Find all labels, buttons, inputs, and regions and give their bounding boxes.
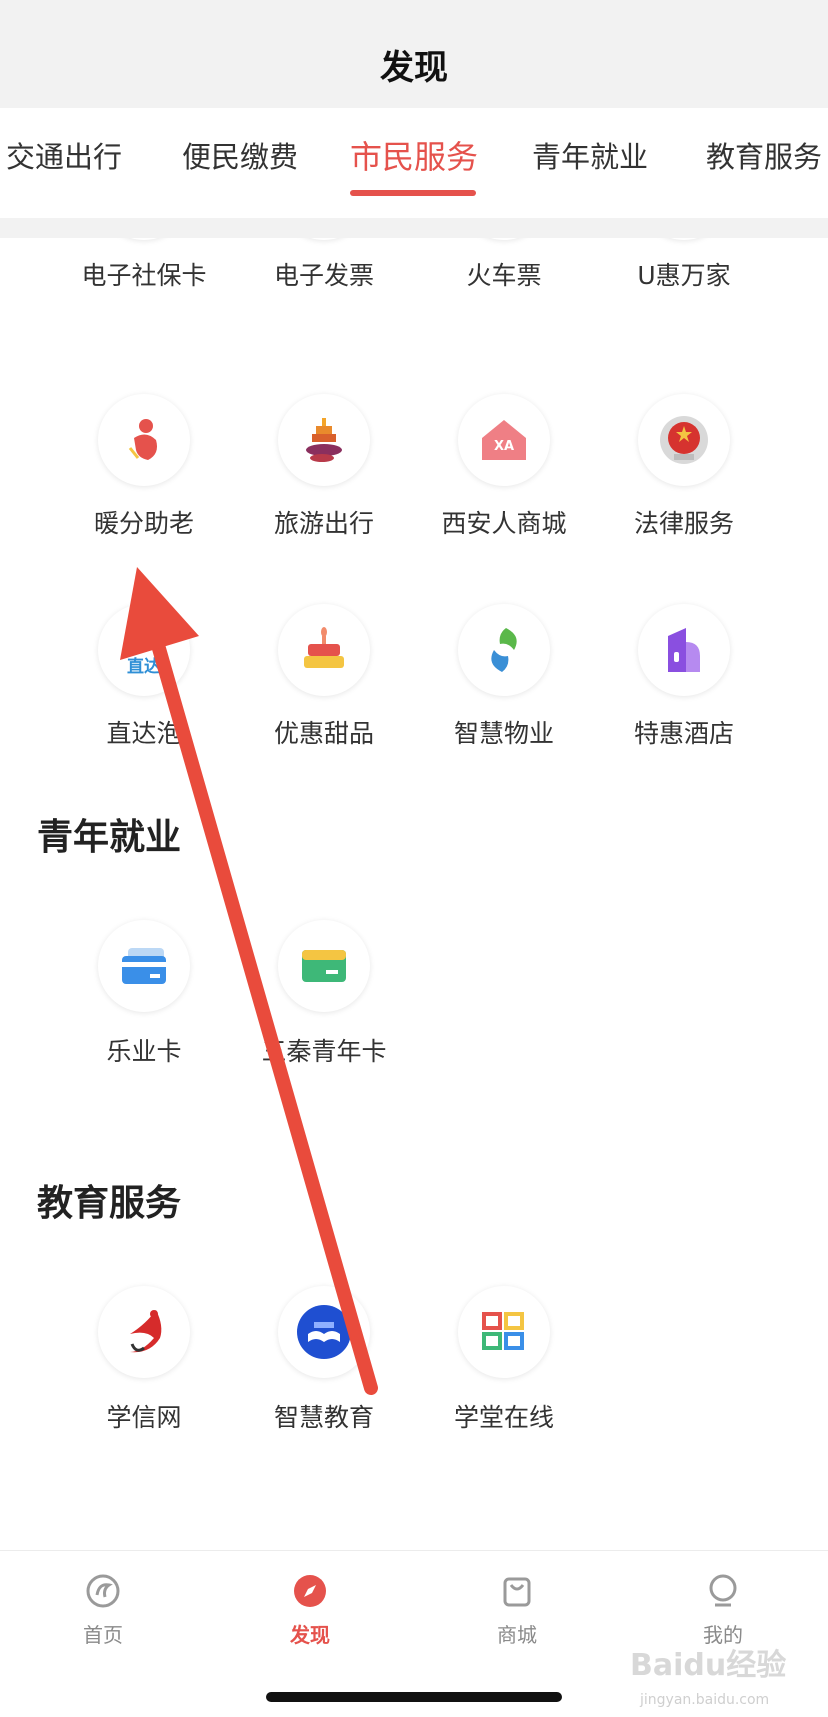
service-label: U惠万家	[637, 261, 731, 290]
social-security-card-icon	[98, 238, 190, 240]
service-label: 智慧教育	[273, 1403, 374, 1432]
service-label: 电子社保卡	[81, 261, 207, 290]
service-item-elder-care[interactable]: 暖分助老	[54, 394, 234, 544]
active-tab-indicator	[350, 190, 476, 196]
xa-mall-icon: XA	[458, 394, 550, 486]
service-label: 西安人商城	[441, 509, 567, 538]
tabbar-mall[interactable]: 商城	[452, 1573, 582, 1648]
tab-utility-payment[interactable]: 便民缴费	[182, 134, 298, 176]
cake-icon	[278, 604, 370, 696]
smart-property-icon	[458, 604, 550, 696]
compass-icon	[294, 1575, 326, 1607]
service-label: 火车票	[466, 261, 542, 290]
tab-transport[interactable]: 交通出行	[6, 134, 122, 176]
elder-care-icon	[98, 394, 190, 486]
tabbar-label: 发现	[290, 1623, 330, 1647]
service-item-zhida[interactable]: 直达 直达泡	[54, 604, 234, 754]
tabbar-home[interactable]: 首页	[38, 1573, 168, 1648]
service-item-train-ticket[interactable]: 火车票	[414, 238, 594, 298]
service-label: 特惠酒店	[633, 719, 734, 748]
service-label: 智慧物业	[453, 719, 554, 748]
travel-icon	[278, 394, 370, 486]
shopping-bag-icon	[503, 1577, 531, 1607]
national-emblem-icon	[638, 394, 730, 486]
service-item-legal[interactable]: 法律服务	[594, 394, 774, 544]
service-item-u-hui[interactable]: U惠万家	[594, 238, 774, 298]
xa-text: XA	[494, 439, 514, 454]
service-label: 乐业卡	[106, 1037, 182, 1066]
watermark: Baidu经验	[630, 1648, 787, 1683]
service-item-travel[interactable]: 旅游出行	[234, 394, 414, 544]
service-label: 法律服务	[633, 509, 734, 538]
service-item-smart-property[interactable]: 智慧物业	[414, 604, 594, 754]
service-item-smart-education[interactable]: 智慧教育	[234, 1286, 414, 1436]
service-item-hotel[interactable]: 特惠酒店	[594, 604, 774, 754]
page-title: 发现	[380, 47, 448, 88]
service-item-xuexin[interactable]: 学信网	[54, 1286, 234, 1436]
smart-education-icon	[278, 1286, 370, 1378]
tab-citizen-service[interactable]: 市民服务	[350, 132, 478, 178]
home-icon	[86, 1574, 120, 1608]
service-item-dessert[interactable]: 优惠甜品	[234, 604, 414, 754]
tabbar-profile[interactable]: 我的	[658, 1573, 788, 1648]
service-item-leye-card[interactable]: 乐业卡	[54, 920, 234, 1070]
top-header: 发现	[0, 0, 828, 108]
tab-education[interactable]: 教育服务	[706, 134, 822, 176]
tab-youth-employment[interactable]: 青年就业	[532, 134, 648, 176]
divider	[0, 218, 828, 238]
home-indicator	[266, 1692, 562, 1702]
service-label: 电子发票	[273, 261, 374, 290]
tabbar-discover[interactable]: 发现	[245, 1573, 375, 1648]
service-item-social-security-card[interactable]: 电子社保卡	[54, 238, 234, 298]
service-label: 优惠甜品	[273, 719, 374, 748]
tabbar-label: 首页	[83, 1623, 123, 1647]
service-label: 学堂在线	[453, 1403, 554, 1432]
service-label: 学信网	[106, 1403, 182, 1432]
profile-icon	[709, 1574, 737, 1607]
blue-card-icon	[98, 920, 190, 1012]
train-ticket-icon	[458, 238, 550, 240]
category-tabs: 交通出行 便民缴费 市民服务 青年就业 教育服务	[0, 108, 828, 218]
tabbar-label: 商城	[497, 1623, 537, 1647]
service-item-e-invoice[interactable]: ¥ 电子发票	[234, 238, 414, 298]
service-label: 直达泡	[106, 719, 182, 748]
service-item-sanqin-card[interactable]: 三秦青年卡	[234, 920, 414, 1070]
watermark-url: jingyan.baidu.com	[640, 1692, 770, 1708]
service-item-xuetang[interactable]: 学堂在线	[414, 1286, 594, 1436]
hotel-icon	[638, 604, 730, 696]
zhida-icon-text: 直达	[127, 656, 161, 677]
section-title-education: 教育服务	[37, 1183, 182, 1224]
xuexin-icon	[98, 1286, 190, 1378]
service-label: 暖分助老	[93, 509, 194, 538]
zhida-icon: 直达	[98, 604, 190, 696]
service-label: 三秦青年卡	[261, 1037, 387, 1066]
xuetang-icon	[458, 1286, 550, 1378]
service-label: 旅游出行	[273, 509, 374, 538]
service-item-xa-mall[interactable]: XA 西安人商城	[414, 394, 594, 544]
green-card-icon	[278, 920, 370, 1012]
section-title-youth: 青年就业	[37, 817, 182, 858]
u-hui-icon	[638, 238, 730, 240]
service-content[interactable]: 电子社保卡 ¥ 电子发票 火车票 U惠万家 暖分助老 旅游出行 XA 西	[0, 238, 828, 1550]
e-invoice-icon: ¥	[278, 238, 370, 240]
